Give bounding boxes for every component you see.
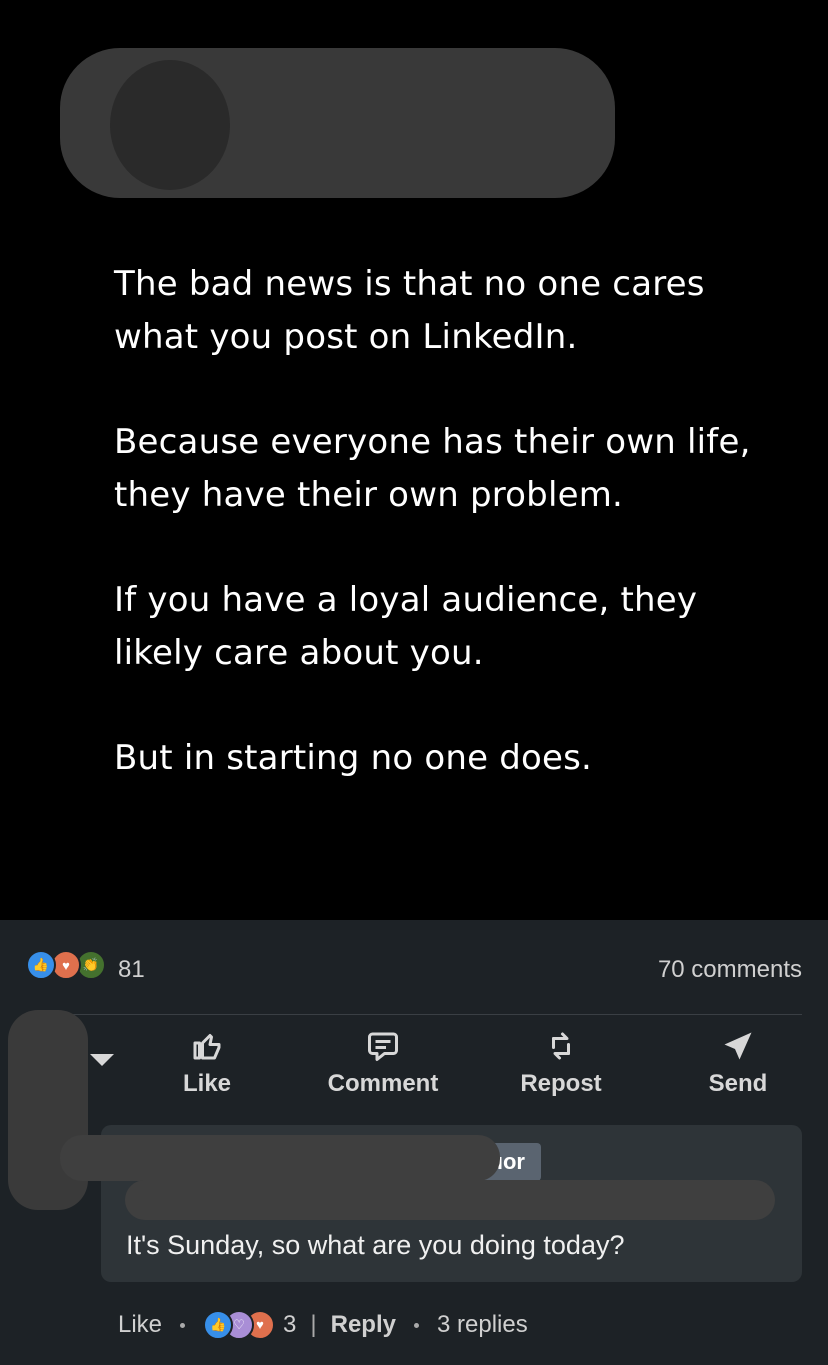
repost-button[interactable]: Repost <box>481 1028 641 1098</box>
comment-button[interactable]: Comment <box>303 1028 463 1098</box>
account-switch-chevron-icon[interactable] <box>90 1054 114 1066</box>
repost-label: Repost <box>520 1070 602 1097</box>
comment-actions: Like 👍 ♡ ♥ 3 | Reply 3 replies <box>118 1310 528 1340</box>
like-icon: 👍 <box>203 1310 234 1340</box>
reaction-count: 81 <box>118 956 145 983</box>
comment-reactions[interactable]: 👍 ♡ ♥ 3 <box>203 1310 296 1340</box>
comments-count-link[interactable]: 70 comments <box>658 956 802 984</box>
redacted-commenter-name <box>60 1135 500 1181</box>
social-counts-bar: 👍 ♥ 👏 81 70 comments <box>0 920 828 1015</box>
separator-bar: | <box>310 1311 317 1338</box>
divider <box>26 1014 802 1015</box>
send-label: Send <box>708 1070 768 1097</box>
post-body: The bad news is that no one cares what y… <box>114 258 794 837</box>
separator-dot <box>413 1322 419 1328</box>
send-icon <box>724 1032 752 1060</box>
redacted-commenter-headline <box>125 1180 775 1220</box>
post-paragraph: But in starting no one does. <box>114 738 593 778</box>
repost-icon <box>552 1032 570 1060</box>
like-button[interactable]: Like <box>127 1028 287 1098</box>
comment-text: It's Sunday, so what are you doing today… <box>126 1230 625 1260</box>
thumbs-up-icon <box>193 1034 221 1060</box>
comment-label: Comment <box>327 1070 439 1097</box>
post-paragraph: If you have a loyal audience, they likel… <box>114 580 698 673</box>
comment-reaction-count: 3 <box>283 1311 297 1338</box>
reply-button[interactable]: Reply <box>331 1311 396 1339</box>
author-avatar-fragment <box>110 60 230 190</box>
reactions-summary[interactable]: 👍 ♥ 👏 81 <box>0 920 160 1015</box>
comment-like-button[interactable]: Like <box>118 1311 162 1339</box>
send-button[interactable]: Send <box>658 1028 818 1098</box>
like-icon: 👍 <box>26 950 56 980</box>
post-paragraph: The bad news is that no one cares what y… <box>114 264 705 357</box>
separator-dot <box>180 1322 186 1328</box>
post-image[interactable]: The bad news is that no one cares what y… <box>0 0 828 920</box>
replies-link[interactable]: 3 replies <box>437 1311 528 1339</box>
like-label: Like <box>182 1070 232 1097</box>
comment-icon <box>368 1032 398 1061</box>
post-paragraph: Because everyone has their own life, the… <box>114 422 751 515</box>
